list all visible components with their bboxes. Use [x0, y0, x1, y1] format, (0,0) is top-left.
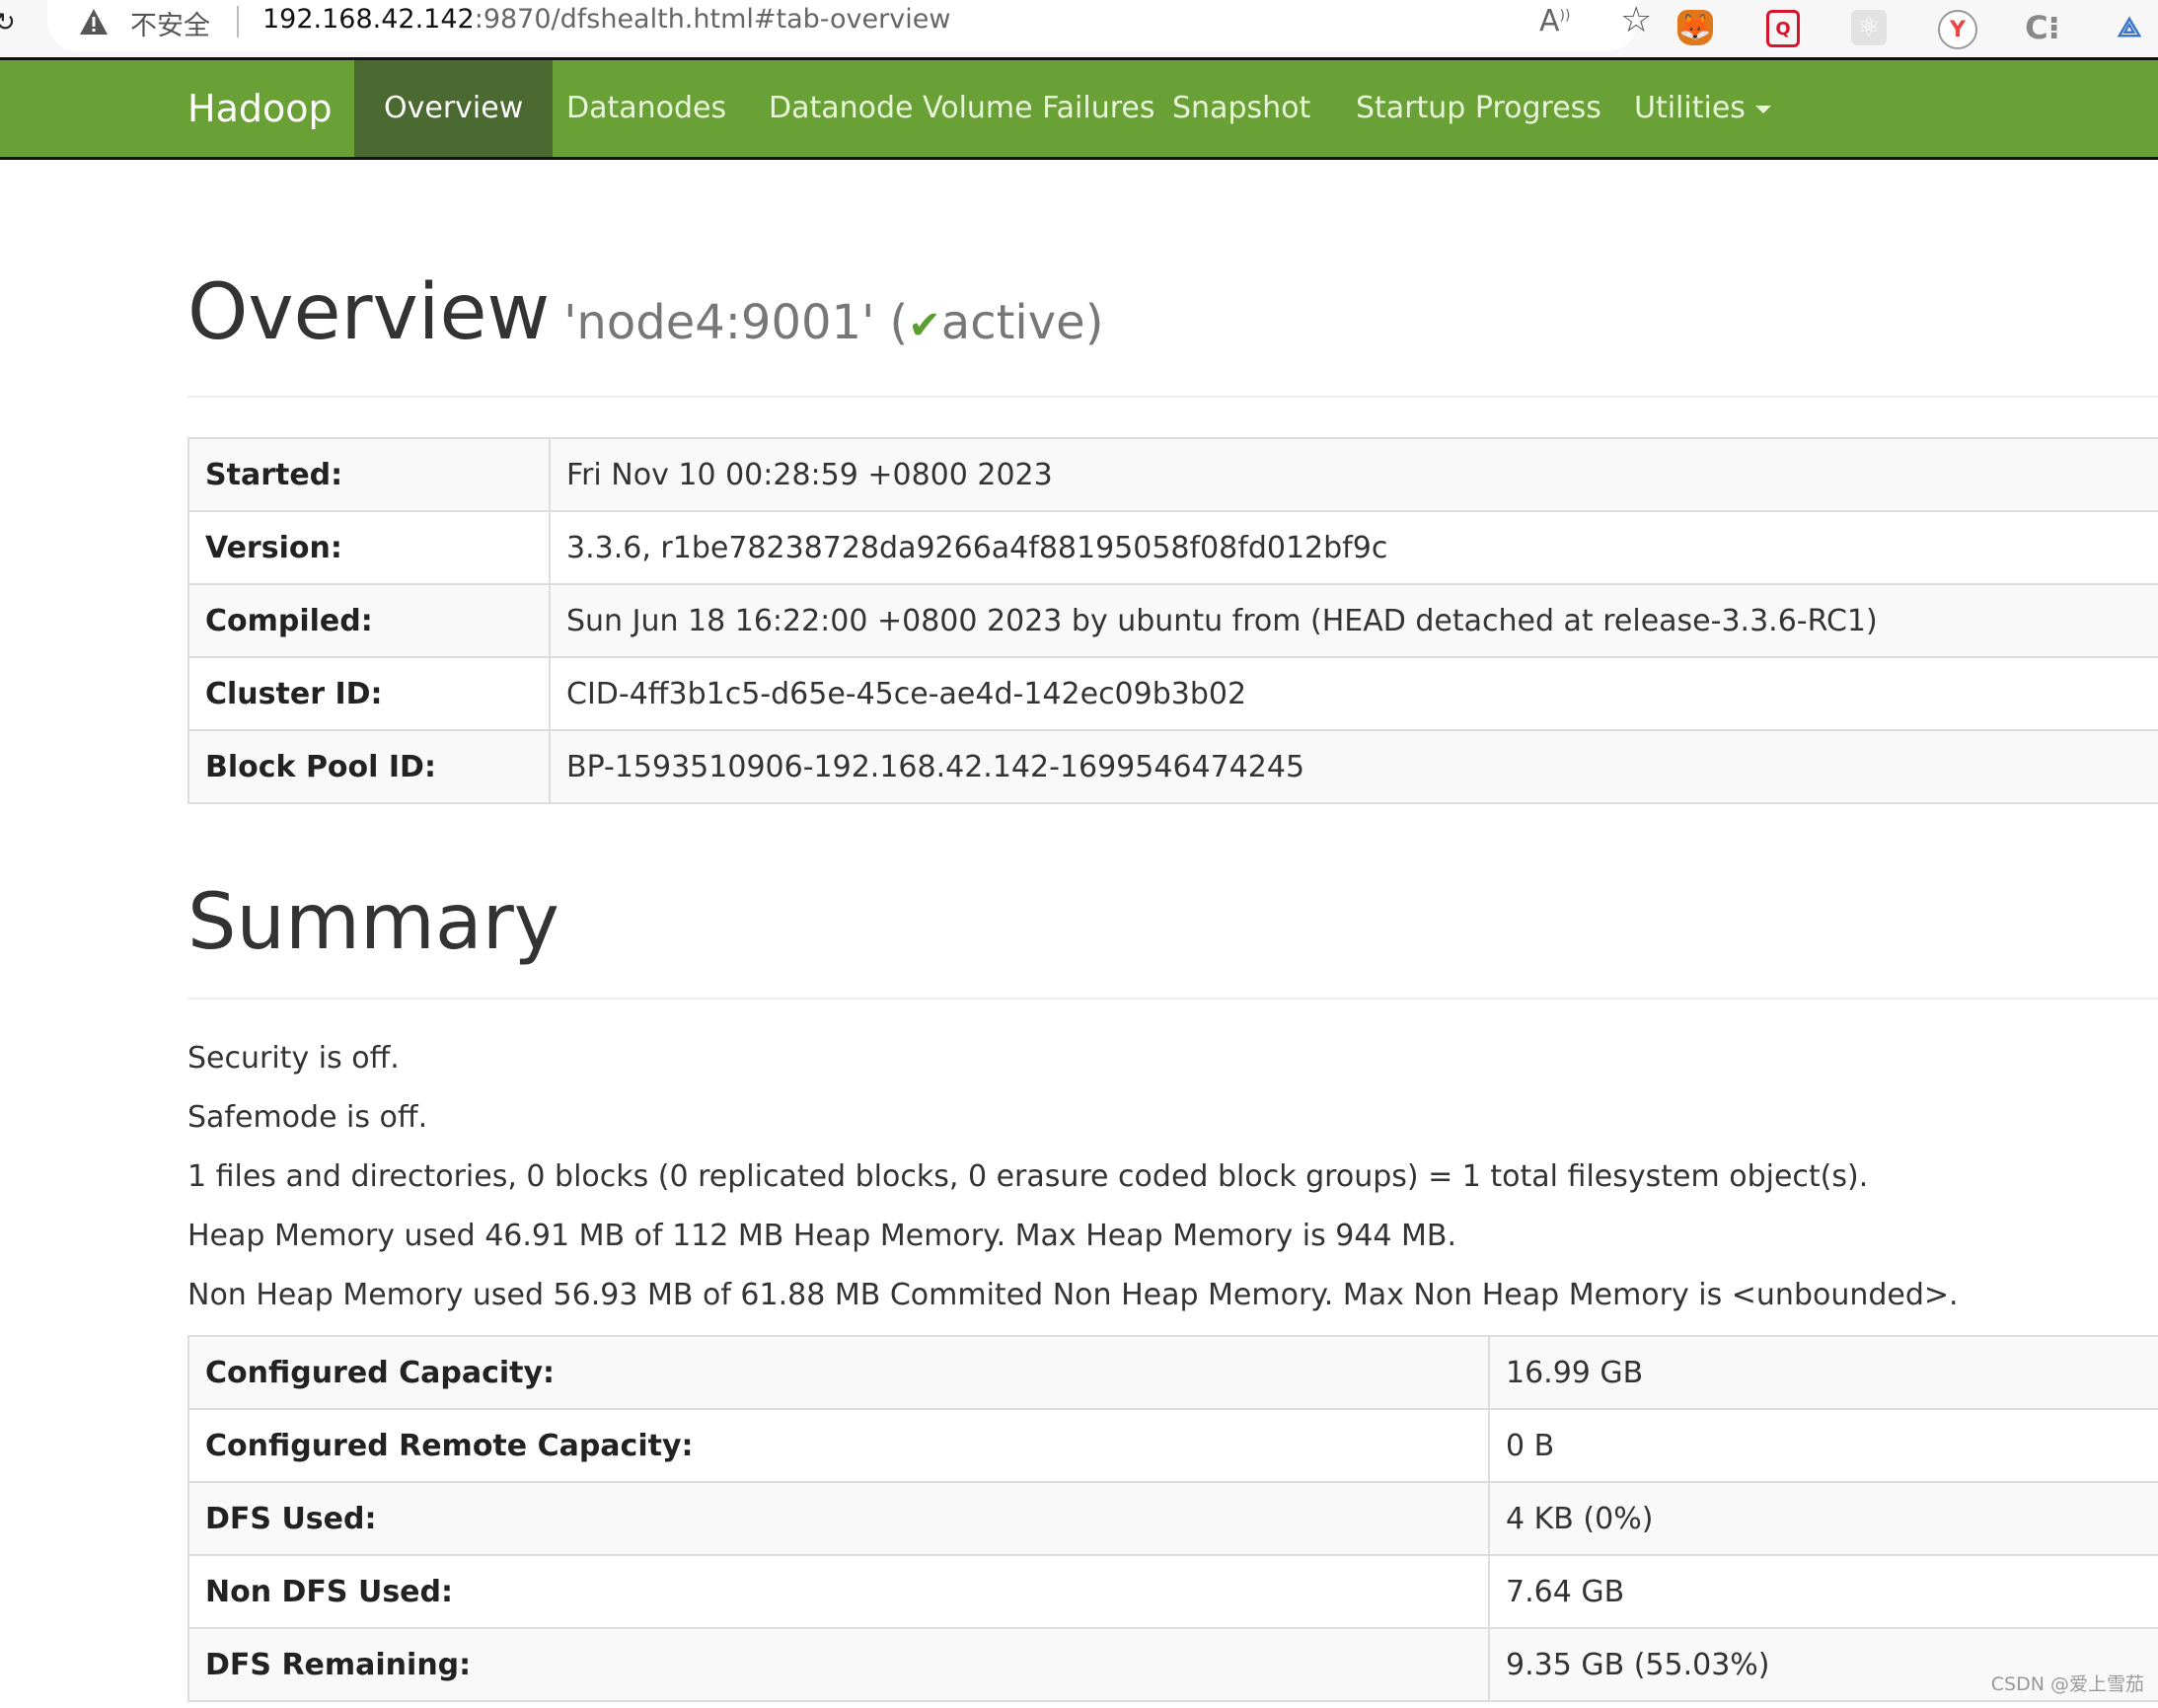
caret-down-icon [1754, 105, 1771, 113]
url-path: :9870/dfshealth.html#tab-overview [474, 4, 951, 35]
summary-table: Configured Capacity: 16.99 GB Configured … [187, 1335, 2158, 1702]
table-row: Compiled: Sun Jun 18 16:22:00 +0800 2023 … [187, 583, 2158, 658]
row-label: Cluster ID: [187, 656, 551, 731]
safemode-status: Safemode is off. [187, 1100, 428, 1135]
favorite-star-icon[interactable]: ☆ [1620, 0, 1652, 40]
row-value: 7.64 GB [1488, 1554, 2158, 1629]
table-row: Non DFS Used: 7.64 GB [187, 1554, 2158, 1629]
y-extension-icon[interactable]: Y [1938, 10, 1977, 49]
divider [187, 998, 2158, 1000]
row-value: 0 B [1488, 1408, 2158, 1483]
check-icon: ✔ [908, 303, 941, 348]
security-label[interactable]: 不安全 [130, 4, 210, 42]
nav-overview[interactable]: Overview [354, 60, 554, 157]
row-value: Fri Nov 10 00:28:59 +0800 2023 [549, 437, 2158, 512]
summary-heading: Summary [187, 878, 559, 967]
table-row: Block Pool ID: BP-1593510906-192.168.42.1… [187, 729, 2158, 804]
row-label: Started: [187, 437, 551, 512]
overview-table: Started: Fri Nov 10 00:28:59 +0800 2023 V… [187, 437, 2158, 804]
navbar: Hadoop Overview Datanodes Datanode Volum… [0, 57, 2158, 160]
table-row: Cluster ID: CID-4ff3b1c5-d65e-45ce-ae4d-1… [187, 656, 2158, 731]
security-status: Security is off. [187, 1041, 400, 1076]
row-label: Configured Capacity: [187, 1335, 1490, 1410]
url-text[interactable]: 192.168.42.142:9870/dfshealth.html#tab-o… [262, 4, 950, 35]
c-extension-icon[interactable]: C⁝ [2025, 9, 2060, 46]
node-name: 'node4:9001' [563, 295, 875, 350]
row-label: Configured Remote Capacity: [187, 1408, 1490, 1483]
row-value: 16.99 GB [1488, 1335, 2158, 1410]
divider [187, 396, 2158, 398]
row-value: 4 KB (0%) [1488, 1481, 2158, 1556]
nav-snapshot[interactable]: Snapshot [1143, 60, 1340, 157]
nav-startup-progress[interactable]: Startup Progress [1326, 60, 1631, 157]
status-paren: ( [889, 295, 909, 350]
table-row: Started: Fri Nov 10 00:28:59 +0800 2023 [187, 437, 2158, 512]
browser-toolbar: ↻ 不安全 192.168.42.142:9870/dfshealth.html… [0, 0, 2158, 56]
address-bar[interactable]: 不安全 192.168.42.142:9870/dfshealth.html#t… [47, 0, 1652, 51]
row-label: Block Pool ID: [187, 729, 551, 804]
table-row: Configured Remote Capacity: 0 B [187, 1408, 2158, 1483]
filesystem-objects: 1 files and directories, 0 blocks (0 rep… [187, 1159, 1869, 1194]
react-devtools-icon[interactable]: ⚛ [1851, 10, 1887, 45]
warning-icon[interactable] [79, 8, 109, 36]
overview-heading: Overview [187, 268, 551, 357]
row-value: CID-4ff3b1c5-d65e-45ce-ae4d-142ec09b3b02 [549, 656, 2158, 731]
network-extension-icon[interactable]: ⟁ [2112, 10, 2147, 45]
row-label: Compiled: [187, 583, 551, 658]
row-value: BP-1593510906-192.168.42.142-16995464742… [549, 729, 2158, 804]
page-title: Overview'node4:9001' (✔active) [187, 268, 1103, 357]
table-row: Version: 3.3.6, r1be78238728da9266a4f8819… [187, 510, 2158, 585]
address-separator [237, 6, 239, 37]
heap-memory: Heap Memory used 46.91 MB of 112 MB Heap… [187, 1219, 1457, 1253]
url-host: 192.168.42.142 [262, 4, 475, 35]
brand-link[interactable]: Hadoop [187, 60, 333, 157]
row-value: 3.3.6, r1be78238728da9266a4f88195058f08f… [549, 510, 2158, 585]
nav-utilities-label: Utilities [1634, 91, 1746, 125]
row-label: DFS Used: [187, 1481, 1490, 1556]
row-label: DFS Remaining: [187, 1627, 1490, 1702]
non-heap-memory: Non Heap Memory used 56.93 MB of 61.88 M… [187, 1278, 1959, 1312]
table-row: Configured Capacity: 16.99 GB [187, 1335, 2158, 1410]
row-value: Sun Jun 18 16:22:00 +0800 2023 by ubuntu… [549, 583, 2158, 658]
table-row: DFS Remaining: 9.35 GB (55.03%) [187, 1627, 2158, 1702]
doc-search-icon[interactable]: Q [1766, 10, 1800, 47]
metamask-fox-icon[interactable]: 🦊 [1677, 10, 1713, 45]
read-aloud-icon[interactable]: A)) [1539, 4, 1570, 38]
reload-icon[interactable]: ↻ [0, 8, 16, 37]
node-status: 'node4:9001' (✔active) [563, 295, 1103, 350]
row-label: Non DFS Used: [187, 1554, 1490, 1629]
nav-datanode-volume-failures[interactable]: Datanode Volume Failures [739, 60, 1184, 157]
table-row: DFS Used: 4 KB (0%) [187, 1481, 2158, 1556]
row-label: Version: [187, 510, 551, 585]
status-text: active) [940, 295, 1104, 350]
nav-datanodes[interactable]: Datanodes [537, 60, 756, 157]
nav-utilities[interactable]: Utilities [1604, 60, 1801, 157]
watermark: CSDN @爱上雪茄 [1990, 1673, 2144, 1695]
